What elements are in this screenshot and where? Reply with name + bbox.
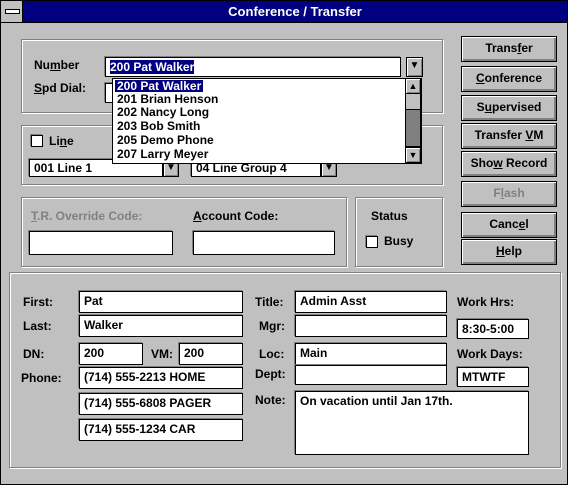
tr-override-label: T.R. Override Code: <box>31 209 143 223</box>
work-days-label: Work Days: <box>457 347 523 361</box>
show-record-button[interactable]: Show Record <box>461 151 557 177</box>
loc-field[interactable]: Main <box>295 343 447 365</box>
number-input-text: 200 Pat Walker <box>110 60 195 74</box>
title-field[interactable]: Admin Asst <box>295 291 447 313</box>
scroll-thumb[interactable] <box>405 109 421 147</box>
phone-field[interactable]: (714) 555-1234 CAR <box>79 419 243 441</box>
vm-label: VM: <box>151 347 173 361</box>
dropdown-item[interactable]: 200 Pat Walker <box>115 80 204 92</box>
busy-checkbox[interactable] <box>366 236 378 248</box>
dropdown-scrollbar[interactable]: ▲ ▼ <box>405 78 421 163</box>
phone-field[interactable]: (714) 555-6808 PAGER <box>79 393 243 415</box>
dropdown-item[interactable]: 207 Larry Meyer <box>117 148 208 160</box>
note-label: Note: <box>255 393 286 407</box>
scroll-down-button[interactable]: ▼ <box>405 147 421 163</box>
conference-transfer-dialog: Conference / Transfer Number Spd Dial: 2… <box>0 0 568 485</box>
system-menu-icon <box>5 9 20 14</box>
last-label: Last: <box>23 319 52 333</box>
last-field[interactable]: Walker <box>79 315 243 337</box>
account-code-input[interactable] <box>193 231 335 255</box>
supervised-button[interactable]: Supervised <box>461 95 557 121</box>
scroll-up-button[interactable]: ▲ <box>405 78 421 94</box>
up-arrow-icon: ▲ <box>408 81 418 91</box>
help-button[interactable]: Help <box>461 239 557 265</box>
account-code-label: Account Code: <box>193 209 279 223</box>
flash-button[interactable]: Flash <box>461 181 557 207</box>
dropdown-item[interactable]: 202 Nancy Long <box>117 106 209 118</box>
mgr-field[interactable] <box>295 315 447 337</box>
dn-field[interactable]: 200 <box>79 343 143 365</box>
vm-field[interactable]: 200 <box>179 343 243 365</box>
dropdown-item[interactable]: 201 Brian Henson <box>117 93 218 105</box>
dn-label: DN: <box>23 347 45 361</box>
first-label: First: <box>23 295 53 309</box>
down-arrow-icon: ▼ <box>408 150 418 160</box>
dropdown-item[interactable]: 205 Demo Phone <box>117 134 214 146</box>
mgr-label: Mgr: <box>259 319 285 333</box>
status-label: Status <box>371 209 408 223</box>
phone-field[interactable]: (714) 555-2213 HOME <box>79 367 243 389</box>
scroll-track-upper[interactable] <box>406 94 420 109</box>
title-label: Title: <box>255 295 284 309</box>
status-group <box>355 197 443 267</box>
window-title: Conference / Transfer <box>228 4 362 19</box>
conference-button[interactable]: Conference <box>461 66 557 92</box>
phone-label: Phone: <box>21 371 62 385</box>
dept-field[interactable] <box>295 365 447 385</box>
busy-label: Busy <box>384 234 414 248</box>
transfer-button[interactable]: Transfer <box>461 36 557 62</box>
dropdown-item[interactable]: 203 Bob Smith <box>117 120 200 132</box>
title-bar[interactable]: Conference / Transfer <box>1 1 567 23</box>
transfer-vm-button[interactable]: Transfer VM <box>461 123 557 149</box>
note-field[interactable]: On vacation until Jan 17th. <box>295 391 529 455</box>
work-hrs-label: Work Hrs: <box>457 295 515 309</box>
cancel-button[interactable]: Cancel <box>461 212 557 238</box>
number-dropdown-list[interactable]: 200 Pat Walker 201 Brian Henson 202 Nanc… <box>112 78 422 164</box>
line-label: Line <box>49 134 74 148</box>
number-dropdown-button[interactable]: ▼ <box>406 57 423 77</box>
down-arrow-icon: ▼ <box>409 60 420 71</box>
line-checkbox[interactable] <box>31 135 43 147</box>
system-menu-button[interactable] <box>1 1 23 22</box>
spd-dial-label: Spd Dial: <box>34 81 87 95</box>
work-days-field[interactable]: MTWTF <box>457 367 529 387</box>
work-hrs-field[interactable]: 8:30-5:00 <box>457 319 529 339</box>
tr-override-input[interactable] <box>29 231 173 255</box>
number-input[interactable]: 200 Pat Walker <box>105 57 401 77</box>
number-label: Number <box>34 58 80 72</box>
loc-label: Loc: <box>259 347 285 361</box>
dept-label: Dept: <box>255 367 286 381</box>
first-field[interactable]: Pat <box>79 291 243 313</box>
